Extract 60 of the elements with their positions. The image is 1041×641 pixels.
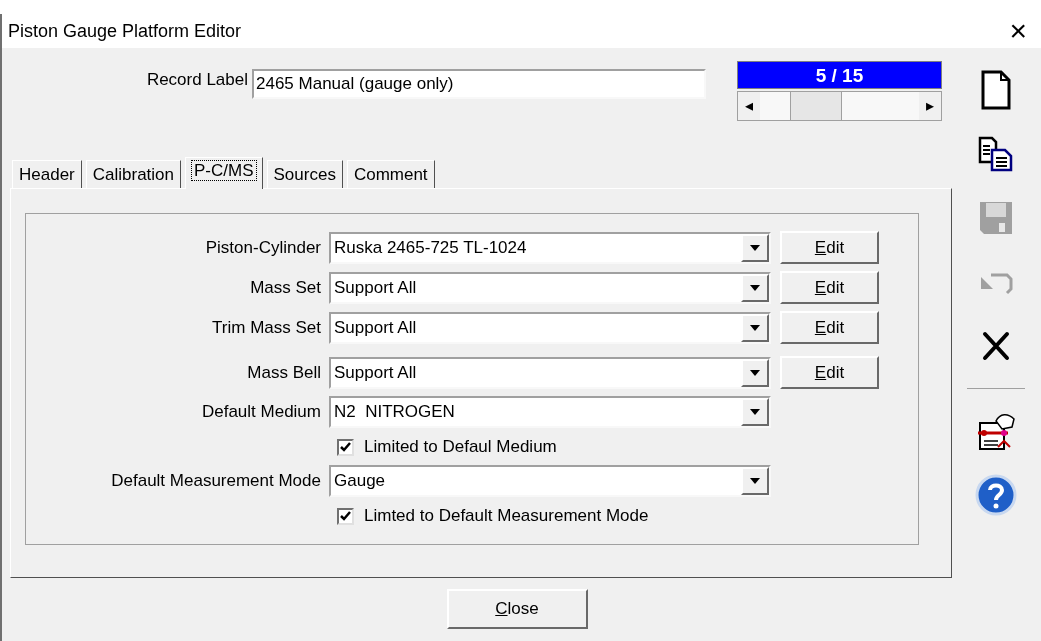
dropdown-arrow-icon bbox=[750, 369, 760, 376]
close-dialog-button[interactable]: Close bbox=[446, 589, 588, 629]
tab[interactable]: Calibration bbox=[85, 160, 182, 188]
window-title: Piston Gauge Platform Editor bbox=[8, 19, 242, 43]
checkbox-option[interactable]: Limited to Defaul Medium bbox=[337, 436, 918, 458]
dropdown-button[interactable] bbox=[741, 358, 769, 387]
tab[interactable]: Comment bbox=[346, 160, 435, 188]
scroll-thumb[interactable] bbox=[790, 92, 842, 120]
copy-document-icon[interactable] bbox=[978, 136, 1014, 172]
dropdown-arrow-icon bbox=[750, 244, 760, 251]
dropdown-field[interactable]: Support All bbox=[329, 271, 771, 304]
field-label: Trim Mass Set bbox=[211, 316, 322, 339]
new-document-icon[interactable] bbox=[981, 70, 1011, 110]
tab[interactable]: P-C/MS bbox=[185, 157, 263, 189]
help-icon[interactable] bbox=[975, 474, 1017, 516]
field-label: Mass Bell bbox=[246, 361, 322, 384]
dropdown-button[interactable] bbox=[741, 398, 769, 426]
dropdown-field[interactable]: Ruska 2465-725 TL-1024 bbox=[329, 231, 771, 264]
checkmark-icon bbox=[340, 442, 351, 452]
dropdown-value: Gauge bbox=[333, 470, 387, 493]
dropdown-value: Support All bbox=[333, 361, 418, 384]
close-button[interactable]: × bbox=[1009, 16, 1027, 46]
checkmark-icon bbox=[340, 511, 351, 521]
dropdown-field[interactable]: Gauge bbox=[329, 465, 771, 497]
dropdown-arrow-icon bbox=[750, 478, 760, 484]
tab[interactable]: Sources bbox=[266, 160, 343, 188]
dropdown-value: N2 NITROGEN bbox=[333, 401, 456, 424]
scroll-left-button[interactable]: ◂ bbox=[738, 92, 760, 120]
record-label-label: Record Label bbox=[145, 69, 249, 91]
notebook-hand-icon[interactable] bbox=[976, 411, 1016, 451]
dropdown-arrow-icon bbox=[750, 409, 760, 415]
dropdown-button[interactable] bbox=[741, 313, 769, 342]
dropdown-value: Ruska 2465-725 TL-1024 bbox=[333, 236, 528, 259]
dropdown-value: Support All bbox=[333, 316, 418, 339]
delete-x-icon[interactable] bbox=[982, 331, 1010, 361]
dropdown-arrow-icon bbox=[750, 284, 760, 291]
record-scrollbar[interactable]: ◂ ▸ bbox=[737, 91, 942, 121]
dropdown-value: Support All bbox=[333, 276, 418, 299]
edit-button[interactable]: Edit bbox=[780, 271, 879, 304]
field-label: Default Measurement Mode bbox=[110, 470, 322, 493]
record-counter: 5 / 15 bbox=[737, 61, 942, 89]
edit-button[interactable]: Edit bbox=[780, 231, 879, 264]
dropdown-button[interactable] bbox=[741, 233, 769, 262]
checkbox[interactable] bbox=[337, 438, 354, 456]
field-label: Mass Set bbox=[249, 276, 322, 299]
record-label-field[interactable]: 2465 Manual (gauge only) bbox=[252, 69, 706, 99]
edit-button[interactable]: Edit bbox=[780, 311, 879, 344]
dropdown-field[interactable]: N2 NITROGEN bbox=[329, 396, 771, 428]
checkbox-option[interactable]: Limted to Default Measurement Mode bbox=[337, 505, 918, 527]
checkbox[interactable] bbox=[337, 507, 354, 525]
dropdown-field[interactable]: Support All bbox=[329, 356, 771, 389]
dropdown-button[interactable] bbox=[741, 467, 769, 495]
scroll-right-button[interactable]: ▸ bbox=[919, 92, 941, 120]
edit-button[interactable]: Edit bbox=[780, 356, 879, 389]
field-label: Default Medium bbox=[200, 401, 322, 424]
field-label: Piston-Cylinder bbox=[204, 236, 322, 259]
dropdown-button[interactable] bbox=[741, 273, 769, 302]
dropdown-field[interactable]: Support All bbox=[329, 311, 771, 344]
dropdown-arrow-icon bbox=[750, 324, 760, 331]
tab[interactable]: Header bbox=[12, 160, 82, 188]
